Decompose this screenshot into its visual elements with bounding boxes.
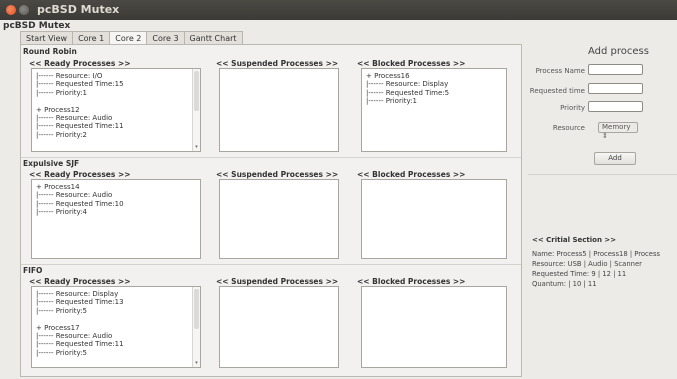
rr-blocked-header: << Blocked Processes >> [357, 59, 466, 68]
requested-time-input[interactable] [588, 83, 643, 94]
scroll-thumb[interactable] [194, 289, 199, 329]
rr-ready-list[interactable]: |------ Resource: I/O |------ Requested … [31, 68, 201, 152]
window-titlebar: pcBSD Mutex [0, 0, 677, 20]
process-name-input[interactable] [588, 64, 643, 75]
rr-blocked-list[interactable]: + Process16 |------ Resource: Display |-… [361, 68, 507, 152]
sjf-ready-tree: + Process14 |------ Resource: Audio |---… [36, 183, 124, 217]
add-process-title: Add process [588, 46, 649, 57]
section-divider [21, 157, 521, 158]
fifo-title: FIFO [23, 266, 43, 275]
rr-blocked-tree: + Process16 |------ Resource: Display |-… [366, 72, 450, 106]
priority-input[interactable] [588, 101, 643, 112]
window-title: pcBSD Mutex [37, 3, 120, 16]
scroll-down-arrow-icon[interactable]: ▾ [194, 145, 199, 150]
fifo-blocked-list[interactable] [361, 286, 507, 368]
fifo-blocked-header: << Blocked Processes >> [357, 277, 466, 286]
sjf-blocked-header: << Blocked Processes >> [357, 170, 466, 179]
scroll-down-arrow-icon[interactable]: ▾ [194, 361, 199, 366]
critical-quantum-line: Quantum: | 10 | 11 [532, 280, 597, 288]
fifo-suspended-list[interactable] [219, 286, 339, 368]
fifo-suspended-header: << Suspended Processes >> [216, 277, 339, 286]
sjf-blocked-list[interactable] [361, 179, 507, 259]
requested-time-label: Requested time [529, 87, 585, 95]
tab-gantt-chart[interactable]: Gantt Chart [183, 31, 243, 44]
tab-bar: Start View Core 1 Core 2 Core 3 Gantt Ch… [20, 31, 243, 45]
sjf-ready-header: << Ready Processes >> [29, 170, 131, 179]
rr-ready-scrollbar[interactable]: ▾ [192, 69, 200, 151]
app-title: pcBSD Mutex [3, 21, 71, 31]
priority-label: Priority [560, 104, 585, 112]
add-process-panel: Add process Process Name Requested time … [528, 44, 677, 377]
fifo-ready-tree: |------ Resource: Display |------ Reques… [36, 290, 124, 357]
rr-suspended-header: << Suspended Processes >> [216, 59, 339, 68]
close-icon[interactable] [6, 5, 16, 15]
fifo-ready-scrollbar[interactable]: ▾ [192, 287, 200, 367]
add-button[interactable]: Add [594, 152, 636, 165]
tab-start-view[interactable]: Start View [20, 31, 74, 44]
sjf-title: Expulsive SJF [23, 159, 80, 168]
critical-section-title: << Critial Section >> [532, 236, 617, 244]
rr-ready-tree: |------ Resource: I/O |------ Requested … [36, 72, 124, 139]
process-name-label: Process Name [535, 67, 585, 75]
resource-select-value: Memory [602, 123, 631, 131]
rr-suspended-list[interactable] [219, 68, 339, 152]
fifo-ready-list[interactable]: |------ Resource: Display |------ Reques… [31, 286, 201, 368]
scroll-thumb[interactable] [194, 71, 199, 111]
resource-label: Resource [552, 124, 585, 132]
critical-time-line: Requested Time: 9 | 12 | 11 [532, 270, 627, 278]
rr-ready-header: << Ready Processes >> [29, 59, 131, 68]
section-divider [21, 264, 521, 265]
minimize-icon[interactable] [19, 5, 29, 15]
tab-core-2[interactable]: Core 2 [109, 31, 148, 45]
round-robin-title: Round Robin [23, 47, 77, 56]
critical-resource-line: Resource: USB | Audio | Scanner [532, 260, 642, 268]
critical-name-line: Name: Process5 | Process18 | Process [532, 250, 661, 258]
fifo-ready-header: << Ready Processes >> [29, 277, 131, 286]
sjf-suspended-header: << Suspended Processes >> [216, 170, 339, 179]
tab-core-3[interactable]: Core 3 [146, 31, 185, 44]
select-arrows-icon: ⇕ [602, 132, 608, 140]
tab-core-1[interactable]: Core 1 [72, 31, 111, 44]
resource-select[interactable]: Memory ⇕ [598, 122, 638, 140]
right-divider [528, 174, 677, 175]
core-panel: Round Robin << Ready Processes >> << Sus… [20, 44, 522, 377]
sjf-ready-list[interactable]: + Process14 |------ Resource: Audio |---… [31, 179, 201, 259]
sjf-suspended-list[interactable] [219, 179, 339, 259]
